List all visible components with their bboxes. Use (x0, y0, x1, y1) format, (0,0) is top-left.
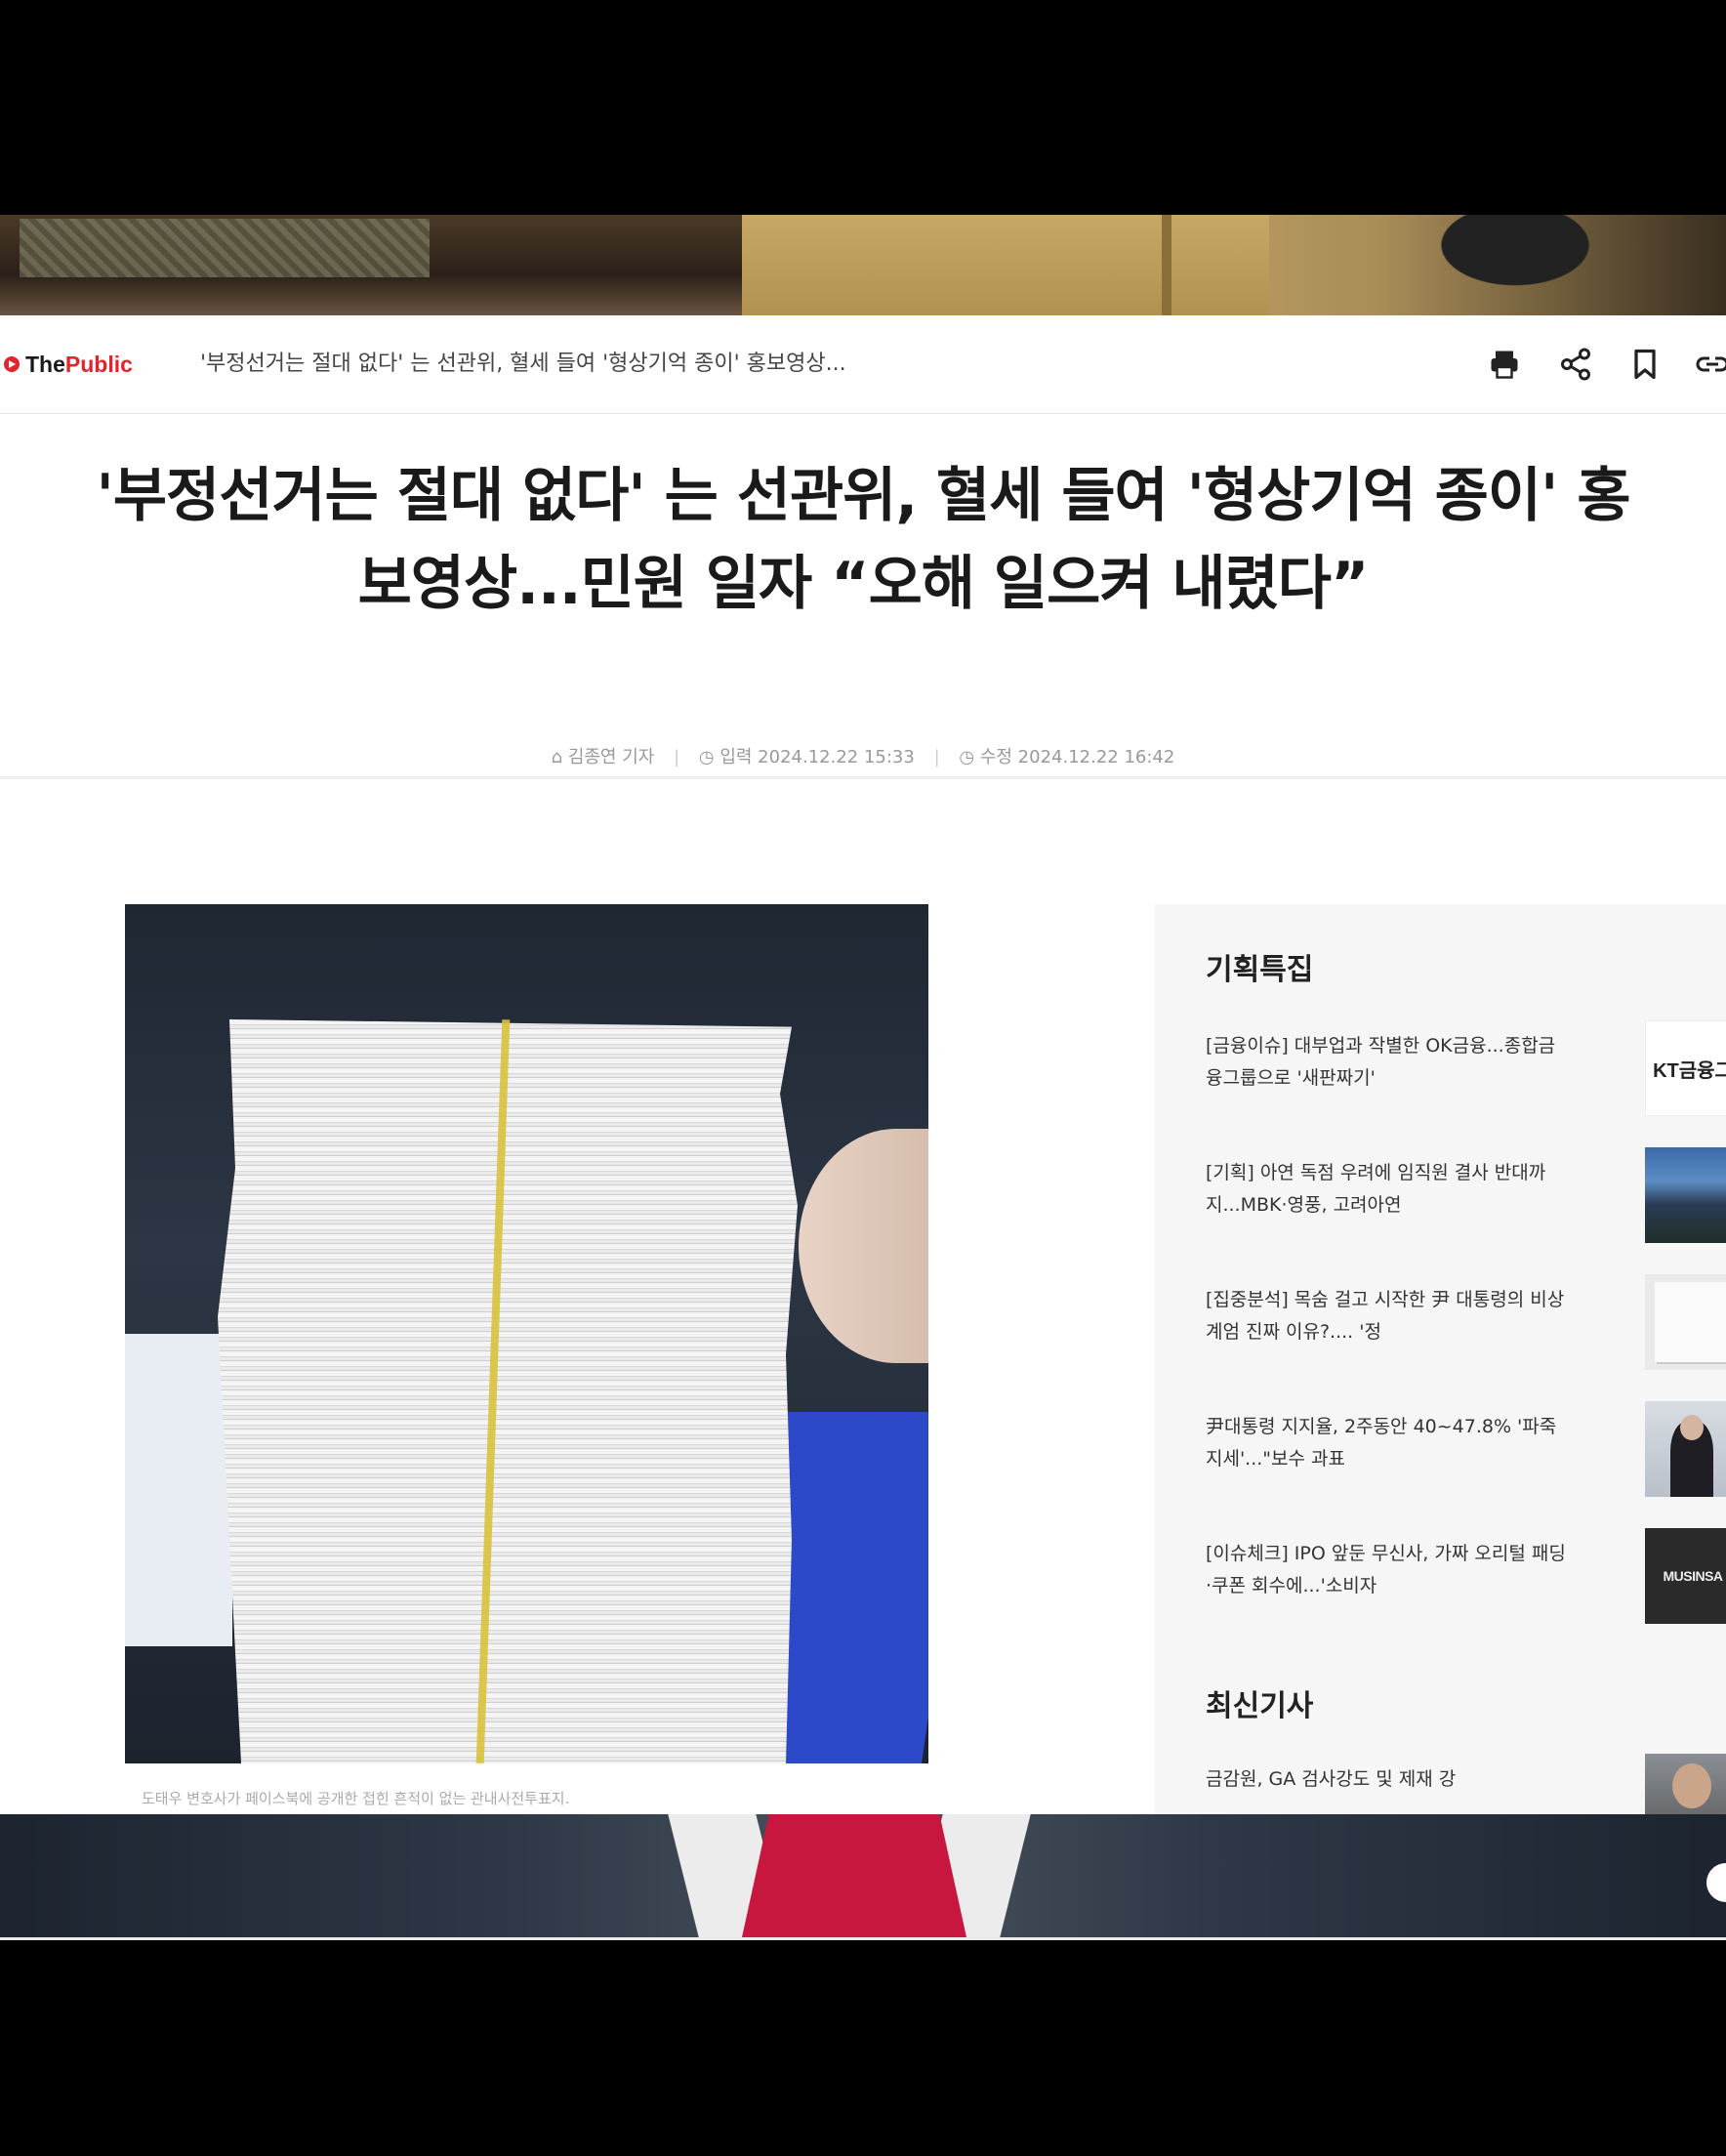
latest-thumbnail (1645, 1754, 1726, 1814)
article-photo[interactable] (125, 904, 928, 1763)
featured-section-title: 기획특집 (1206, 953, 1314, 987)
logo-prefix: The (25, 351, 65, 377)
photo-caption: 도태우 변호사가 페이스북에 공개한 접힌 흔적이 없는 관내사전투표지. (142, 1790, 570, 1807)
logo-play-icon (4, 356, 20, 372)
share-icon (1561, 348, 1590, 381)
video-frame-top (0, 215, 1726, 315)
video-control-button[interactable] (1706, 1863, 1726, 1902)
headline-line-1: '부정선거는 절대 없다' 는 선관위, 혈세 들여 '형상기억 종이' 홍 (96, 462, 1630, 530)
article-meta: ⌂ 김종연 기자 | ◷ 입력 2024.12.22 15:33 | ◷ 수정 … (551, 747, 1175, 767)
bar-article-title: '부정선거는 절대 없다' 는 선관위, 혈세 들여 '형상기억 종이' 홍보영… (200, 352, 846, 376)
bookmark-button[interactable] (1623, 343, 1666, 386)
clock-icon: ◷ (698, 747, 715, 767)
latest-item[interactable]: 금감원, GA 검사강도 및 제재 강 (1206, 1754, 1726, 1814)
featured-item-title: [집중분석] 목숨 걸고 시작한 尹 대통령의 비상계엄 진짜 이유?.... … (1206, 1289, 1565, 1343)
latest-item-title: 금감원, GA 검사강도 및 제재 강 (1206, 1768, 1457, 1790)
featured-item[interactable]: [이슈체크] IPO 앞둔 무신사, 가짜 오리털 패딩·쿠폰 회수에...'소… (1206, 1528, 1726, 1626)
logo-suffix: Public (64, 351, 133, 377)
print-button[interactable] (1483, 343, 1526, 386)
article-headline: '부정선거는 절대 없다' 는 선관위, 혈세 들여 '형상기억 종이' 홍 보… (0, 452, 1726, 628)
latest-section-title: 최신기사 (1206, 1689, 1314, 1723)
header-divider (0, 776, 1726, 779)
person-silhouette (1386, 215, 1601, 315)
article-page: The Public '부정선거는 절대 없다' 는 선관위, 혈세 들여 '형… (0, 315, 1726, 1814)
link-button[interactable] (1691, 343, 1726, 386)
author-icon: ⌂ (551, 747, 563, 767)
printer-icon (1491, 351, 1518, 379)
featured-item-title: [금융이슈] 대부업과 작별한 OK금융...종합금융그룹으로 '새판짜기' (1206, 1035, 1556, 1089)
author[interactable]: 김종연 기자 (568, 747, 655, 767)
featured-thumbnail: MUSINSA (1645, 1528, 1726, 1624)
featured-thumbnail (1645, 1401, 1726, 1497)
featured-thumbnail: KT금융그 (1645, 1020, 1726, 1116)
site-logo[interactable]: The Public (4, 345, 133, 384)
featured-item-title: [이슈체크] IPO 앞둔 무신사, 가짜 오리털 패딩·쿠폰 회수에...'소… (1206, 1543, 1566, 1596)
featured-thumbnail (1645, 1147, 1726, 1243)
bookmark-icon (1634, 349, 1656, 380)
featured-item-title: [기획] 아연 독점 우려에 임직원 결사 반대까지...MBK·영풍, 고려아… (1206, 1162, 1546, 1216)
featured-item[interactable]: [집중분석] 목숨 걸고 시작한 尹 대통령의 비상계엄 진짜 이유?.... … (1206, 1274, 1726, 1372)
door-edge (1162, 215, 1171, 315)
wall-background (742, 215, 1269, 315)
picture-frame (0, 215, 742, 315)
featured-item[interactable]: [기획] 아연 독점 우려에 임직원 결사 반대까지...MBK·영풍, 고려아… (1206, 1147, 1726, 1245)
featured-thumbnail (1645, 1274, 1726, 1370)
featured-item[interactable]: 尹대통령 지지율, 2주동안 40~47.8% '파죽지세'..."보수 과표 (1206, 1401, 1726, 1499)
featured-item[interactable]: [금융이슈] 대부업과 작별한 OK금융...종합금융그룹으로 '새판짜기' K… (1206, 1020, 1726, 1118)
headline-line-2: 보영상...민원 일자 “오해 일으켜 내렸다” (357, 550, 1370, 618)
red-garment (742, 1814, 966, 1937)
sidebar: 기획특집 [금융이슈] 대부업과 작별한 OK금융...종합금융그룹으로 '새판… (1155, 904, 1726, 1814)
share-button[interactable] (1554, 343, 1597, 386)
link-icon (1696, 356, 1726, 372)
published-time: 입력 2024.12.22 15:33 (719, 747, 915, 767)
bottom-border-line (0, 1937, 1726, 1940)
ballot-stack (218, 1019, 798, 1763)
featured-item-title: 尹대통령 지지율, 2주동안 40~47.8% '파죽지세'..."보수 과표 (1206, 1416, 1557, 1470)
top-bar: The Public '부정선거는 절대 없다' 는 선관위, 혈세 들여 '형… (0, 315, 1726, 414)
modified-time: 수정 2024.12.22 16:42 (979, 747, 1175, 767)
clock-icon: ◷ (959, 747, 975, 767)
video-frame-bottom (0, 1814, 1726, 1937)
